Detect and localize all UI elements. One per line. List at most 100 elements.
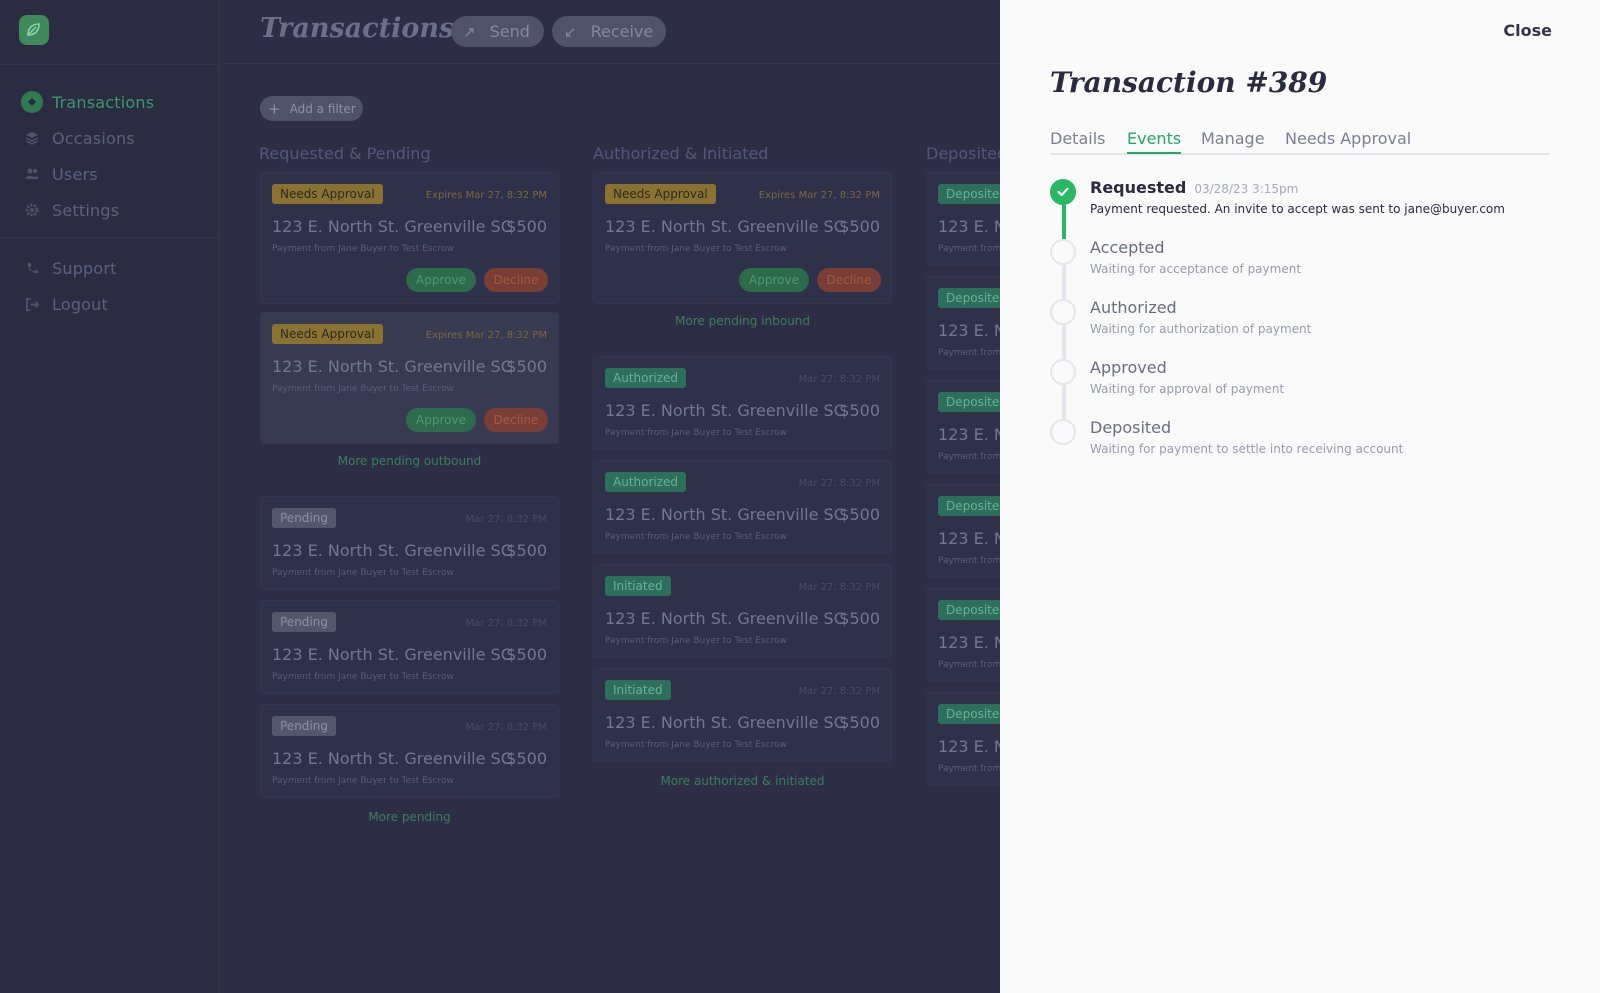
status-badge: Deposited	[938, 496, 1000, 516]
step-timestamp: 03/28/23 3:15pm	[1194, 182, 1299, 196]
receive-button[interactable]: ↙ Receive	[552, 16, 666, 47]
sidebar-item-label: Users	[52, 164, 98, 184]
step-name: Deposited	[1090, 418, 1172, 437]
card-amount: $500	[506, 357, 547, 376]
sidebar-item-support[interactable]: Support	[20, 250, 117, 286]
card-address: 123 E. N	[938, 633, 1000, 652]
card-amount: $500	[839, 609, 880, 628]
more-authorized-initiated-link[interactable]: More authorized & initiated	[593, 774, 892, 788]
card-amount: $500	[839, 713, 880, 732]
tab-details[interactable]: Details	[1050, 129, 1105, 152]
card-amount: $500	[839, 401, 880, 420]
transaction-card[interactable]: Deposited 123 E. N Payment from	[926, 276, 1000, 370]
layers-icon	[20, 126, 44, 150]
sidebar-item-logout[interactable]: Logout	[20, 286, 117, 322]
timeline-connector	[1062, 205, 1066, 239]
card-address: 123 E. N	[938, 217, 1000, 236]
transaction-card[interactable]: Initiated Mar 27, 8:32 PM 123 E. North S…	[593, 564, 892, 658]
status-badge: Needs Approval	[272, 184, 383, 204]
status-badge: Deposited	[938, 704, 1000, 724]
close-button[interactable]: Close	[1503, 21, 1552, 40]
card-date: Expires Mar 27, 8:32 PM	[758, 190, 880, 201]
card-subtitle: Payment from	[938, 452, 1000, 462]
tab-events[interactable]: Events	[1127, 129, 1182, 154]
transaction-card[interactable]: Deposited 123 E. N Payment from	[926, 172, 1000, 266]
column-title-deposited: Deposited	[926, 144, 1008, 163]
status-badge: Initiated	[605, 576, 671, 596]
sidebar-divider	[0, 64, 219, 65]
receive-label: Receive	[590, 22, 654, 41]
sidebar-item-transactions[interactable]: Transactions	[20, 84, 154, 120]
card-subtitle: Payment from Jane Buyer to Test Escrow	[605, 532, 787, 542]
transaction-card[interactable]: Authorized Mar 27, 8:32 PM 123 E. North …	[593, 460, 892, 554]
card-date: Expires Mar 27, 8:32 PM	[425, 330, 547, 341]
step-name: Approved	[1090, 358, 1167, 377]
card-date: Mar 27, 8:32 PM	[465, 514, 547, 525]
transaction-card[interactable]: Pending Mar 27, 8:32 PM 123 E. North St.…	[260, 704, 559, 798]
status-badge: Deposited	[938, 600, 1000, 620]
card-address: 123 E. North St. Greenville SC	[272, 357, 512, 376]
card-address: 123 E. N	[938, 321, 1000, 340]
card-address: 123 E. N	[938, 737, 1000, 756]
more-pending-inbound-link[interactable]: More pending inbound	[593, 314, 892, 328]
tab-needs-approval[interactable]: Needs Approval	[1285, 129, 1411, 152]
sidebar-item-label: Support	[52, 258, 117, 278]
sidebar-item-occasions[interactable]: Occasions	[20, 120, 154, 156]
more-pending-outbound-link[interactable]: More pending outbound	[260, 454, 559, 468]
decline-button[interactable]: Decline	[484, 268, 548, 292]
status-badge: Deposited	[938, 184, 1000, 204]
sidebar-item-label: Logout	[52, 294, 108, 314]
app-logo[interactable]	[19, 15, 49, 45]
step-name: Accepted	[1090, 238, 1165, 257]
decline-button[interactable]: Decline	[484, 408, 548, 432]
card-amount: $500	[506, 749, 547, 768]
sidebar-item-label: Occasions	[52, 128, 135, 148]
empty-circle-icon	[1050, 419, 1076, 445]
transaction-card[interactable]: Needs Approval Expires Mar 27, 8:32 PM 1…	[593, 172, 892, 304]
sidebar-divider	[0, 237, 219, 238]
send-button[interactable]: ↗ Send	[451, 16, 544, 47]
card-address: 123 E. North St. Greenville SC	[272, 217, 512, 236]
card-subtitle: Payment from Jane Buyer to Test Escrow	[272, 776, 454, 786]
sidebar-secondary-nav: Support Logout	[20, 250, 117, 322]
card-date: Mar 27, 8:32 PM	[798, 582, 880, 593]
card-date: Mar 27, 8:32 PM	[798, 686, 880, 697]
add-filter-label: Add a filter	[289, 101, 356, 116]
status-badge: Needs Approval	[272, 324, 383, 344]
approve-button[interactable]: Approve	[739, 268, 809, 292]
add-filter-button[interactable]: + Add a filter	[260, 96, 363, 121]
header: Transactions ↗ Send ↙ Receive	[220, 0, 1000, 64]
decline-button[interactable]: Decline	[817, 268, 881, 292]
card-amount: $500	[506, 541, 547, 560]
step-name: Requested	[1090, 178, 1187, 197]
tab-manage[interactable]: Manage	[1201, 129, 1265, 152]
transaction-card[interactable]: Deposited 123 E. N Payment from	[926, 692, 1000, 786]
transaction-card[interactable]: Needs Approval Expires Mar 27, 8:32 PM 1…	[260, 312, 559, 444]
arrow-down-left-icon: ↙	[564, 22, 577, 41]
card-address: 123 E. N	[938, 425, 1000, 444]
transaction-card[interactable]: Pending Mar 27, 8:32 PM 123 E. North St.…	[260, 600, 559, 694]
card-subtitle: Payment from	[938, 244, 1000, 254]
transaction-card[interactable]: Initiated Mar 27, 8:32 PM 123 E. North S…	[593, 668, 892, 762]
transaction-card[interactable]: Authorized Mar 27, 8:32 PM 123 E. North …	[593, 356, 892, 450]
status-badge: Pending	[272, 716, 336, 736]
transaction-card[interactable]: Needs Approval Expires Mar 27, 8:32 PM 1…	[260, 172, 559, 304]
approve-button[interactable]: Approve	[406, 408, 476, 432]
empty-circle-icon	[1050, 299, 1076, 325]
card-address: 123 E. North St. Greenville SC	[272, 749, 512, 768]
transaction-card[interactable]: Deposited 123 E. N Payment from	[926, 588, 1000, 682]
sidebar-item-users[interactable]: Users	[20, 156, 154, 192]
logo-icon	[27, 23, 40, 36]
approve-button[interactable]: Approve	[406, 268, 476, 292]
card-address: 123 E. North St. Greenville SC	[605, 713, 845, 732]
transaction-card[interactable]: Deposited 123 E. N Payment from	[926, 484, 1000, 578]
card-amount: $500	[839, 505, 880, 524]
transaction-card[interactable]: Deposited 123 E. N Payment from	[926, 380, 1000, 474]
page-title: Transactions	[260, 13, 455, 44]
more-pending-link[interactable]: More pending	[260, 810, 559, 824]
deposited-column: Deposited 123 E. N Payment from Deposite…	[926, 172, 1000, 812]
transaction-card[interactable]: Pending Mar 27, 8:32 PM 123 E. North St.…	[260, 496, 559, 590]
card-amount: $500	[839, 217, 880, 236]
sidebar-item-settings[interactable]: Settings	[20, 192, 154, 228]
card-address: 123 E. North St. Greenville SC	[272, 541, 512, 560]
